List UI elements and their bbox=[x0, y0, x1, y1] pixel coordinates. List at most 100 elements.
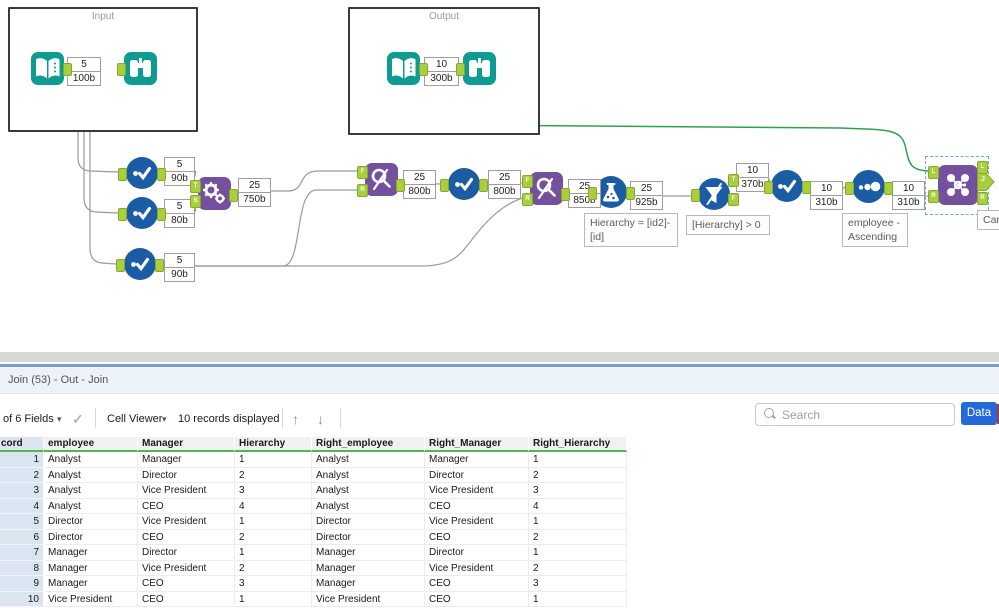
down-arrow-icon[interactable]: ↓ bbox=[317, 408, 324, 430]
panel-splitter[interactable] bbox=[0, 352, 999, 362]
table-cell[interactable]: CEO bbox=[138, 576, 235, 592]
input-anchor[interactable] bbox=[118, 168, 127, 181]
table-cell[interactable]: Analyst bbox=[44, 498, 138, 514]
column-header[interactable]: Manager bbox=[138, 437, 235, 452]
table-cell[interactable]: Vice President bbox=[425, 514, 529, 530]
tool-find-replace-1[interactable] bbox=[365, 163, 398, 196]
table-cell[interactable]: Director bbox=[138, 467, 235, 483]
column-header[interactable]: Right_employee bbox=[312, 437, 425, 452]
record-number-cell[interactable]: 7 bbox=[0, 545, 44, 561]
table-cell[interactable]: 2 bbox=[235, 467, 312, 483]
workflow-canvas[interactable]: Input Output J T S F R F R T F L R L R 5… bbox=[0, 0, 999, 352]
table-cell[interactable]: Director bbox=[425, 545, 529, 561]
input-anchor[interactable] bbox=[588, 187, 597, 200]
input-anchor-t[interactable]: T bbox=[190, 180, 201, 193]
table-cell[interactable]: Vice President bbox=[425, 483, 529, 499]
annotation-join-partial[interactable]: Car bbox=[977, 210, 999, 230]
table-cell[interactable]: Analyst bbox=[312, 483, 425, 499]
column-header[interactable]: employee bbox=[44, 437, 138, 452]
table-cell[interactable]: Manager bbox=[44, 576, 138, 592]
input-anchor-f[interactable]: F bbox=[357, 166, 368, 179]
tool-input-data-1[interactable] bbox=[31, 52, 64, 85]
chevron-down-icon[interactable]: ▾ bbox=[162, 408, 167, 430]
record-number-cell[interactable]: 10 bbox=[0, 591, 44, 607]
record-number-cell[interactable]: 6 bbox=[0, 529, 44, 545]
table-cell[interactable]: 3 bbox=[529, 576, 627, 592]
table-cell[interactable]: 3 bbox=[235, 576, 312, 592]
fields-dropdown[interactable]: of 6 Fields bbox=[3, 408, 54, 430]
table-cell[interactable]: CEO bbox=[138, 498, 235, 514]
table-cell[interactable]: 1 bbox=[235, 514, 312, 530]
table-cell[interactable]: CEO bbox=[425, 529, 529, 545]
annotation-sort[interactable]: employee - Ascending bbox=[842, 213, 908, 247]
tool-select-1[interactable] bbox=[126, 157, 158, 189]
table-cell[interactable]: Analyst bbox=[312, 467, 425, 483]
record-number-cell[interactable]: 1 bbox=[0, 452, 44, 468]
table-cell[interactable]: 3 bbox=[529, 483, 627, 499]
table-cell[interactable]: 2 bbox=[235, 560, 312, 576]
output-anchor[interactable] bbox=[626, 187, 635, 200]
table-cell[interactable]: Manager bbox=[312, 560, 425, 576]
tool-sort[interactable] bbox=[852, 170, 885, 203]
input-anchor-f[interactable]: F bbox=[522, 175, 533, 188]
column-header[interactable]: Hierarchy bbox=[235, 437, 312, 452]
apply-check-icon[interactable]: ✓ bbox=[72, 408, 84, 430]
table-cell[interactable]: 1 bbox=[235, 591, 312, 607]
chevron-down-icon[interactable]: ▾ bbox=[57, 408, 62, 430]
table-cell[interactable]: CEO bbox=[425, 498, 529, 514]
cell-viewer-dropdown[interactable]: Cell Viewer bbox=[107, 408, 162, 430]
join-output-arrow[interactable]: J bbox=[977, 173, 995, 191]
table-cell[interactable]: Vice President bbox=[138, 560, 235, 576]
table-cell[interactable]: 1 bbox=[529, 591, 627, 607]
record-number-cell[interactable]: 5 bbox=[0, 514, 44, 530]
output-anchor[interactable] bbox=[802, 181, 811, 194]
table-cell[interactable]: 2 bbox=[529, 467, 627, 483]
tool-find-replace-2[interactable] bbox=[530, 172, 563, 205]
record-number-cell[interactable]: 9 bbox=[0, 576, 44, 592]
table-cell[interactable]: Manager bbox=[138, 452, 235, 468]
table-cell[interactable]: 2 bbox=[235, 529, 312, 545]
output-anchor-t[interactable]: T bbox=[728, 174, 739, 187]
output-anchor[interactable] bbox=[157, 168, 166, 181]
table-cell[interactable]: 1 bbox=[529, 452, 627, 468]
tool-select-4[interactable] bbox=[448, 168, 480, 200]
output-anchor[interactable] bbox=[561, 188, 570, 201]
table-cell[interactable]: Director bbox=[312, 529, 425, 545]
table-cell[interactable]: Analyst bbox=[44, 467, 138, 483]
output-anchor[interactable] bbox=[479, 179, 488, 192]
input-anchor-l[interactable]: L bbox=[928, 166, 939, 179]
table-cell[interactable]: Manager bbox=[312, 545, 425, 561]
table-cell[interactable]: Vice President bbox=[138, 483, 235, 499]
search-input[interactable] bbox=[780, 405, 949, 424]
output-anchor[interactable] bbox=[419, 63, 428, 76]
input-anchor[interactable] bbox=[845, 182, 854, 195]
table-cell[interactable]: Manager bbox=[44, 560, 138, 576]
input-anchor-s[interactable]: S bbox=[190, 195, 201, 208]
input-anchor[interactable] bbox=[764, 181, 773, 194]
output-anchor-r[interactable]: R bbox=[977, 192, 988, 205]
table-cell[interactable]: Vice President bbox=[425, 560, 529, 576]
table-cell[interactable]: 1 bbox=[529, 545, 627, 561]
table-cell[interactable]: Director bbox=[425, 467, 529, 483]
record-number-cell[interactable]: 4 bbox=[0, 498, 44, 514]
table-cell[interactable]: 1 bbox=[235, 545, 312, 561]
input-anchor-r[interactable]: R bbox=[357, 184, 368, 197]
table-cell[interactable]: Manager bbox=[425, 452, 529, 468]
record-number-cell[interactable]: 8 bbox=[0, 560, 44, 576]
table-cell[interactable]: 4 bbox=[529, 498, 627, 514]
table-cell[interactable]: 4 bbox=[235, 498, 312, 514]
output-anchor[interactable] bbox=[157, 208, 166, 221]
table-cell[interactable]: CEO bbox=[138, 529, 235, 545]
output-anchor[interactable] bbox=[229, 189, 238, 202]
annotation-formula[interactable]: Hierarchy = [id2]- [id] bbox=[584, 213, 678, 247]
table-cell[interactable]: CEO bbox=[425, 576, 529, 592]
table-cell[interactable]: CEO bbox=[425, 591, 529, 607]
table-cell[interactable]: Analyst bbox=[44, 483, 138, 499]
tool-filter[interactable] bbox=[698, 178, 730, 210]
column-header[interactable]: Right_Hierarchy bbox=[529, 437, 627, 452]
record-number-cell[interactable]: 3 bbox=[0, 483, 44, 499]
output-anchor-f[interactable]: F bbox=[728, 193, 739, 206]
table-cell[interactable]: Director bbox=[44, 514, 138, 530]
table-cell[interactable]: Vice President bbox=[44, 591, 138, 607]
output-anchor[interactable] bbox=[63, 63, 72, 76]
